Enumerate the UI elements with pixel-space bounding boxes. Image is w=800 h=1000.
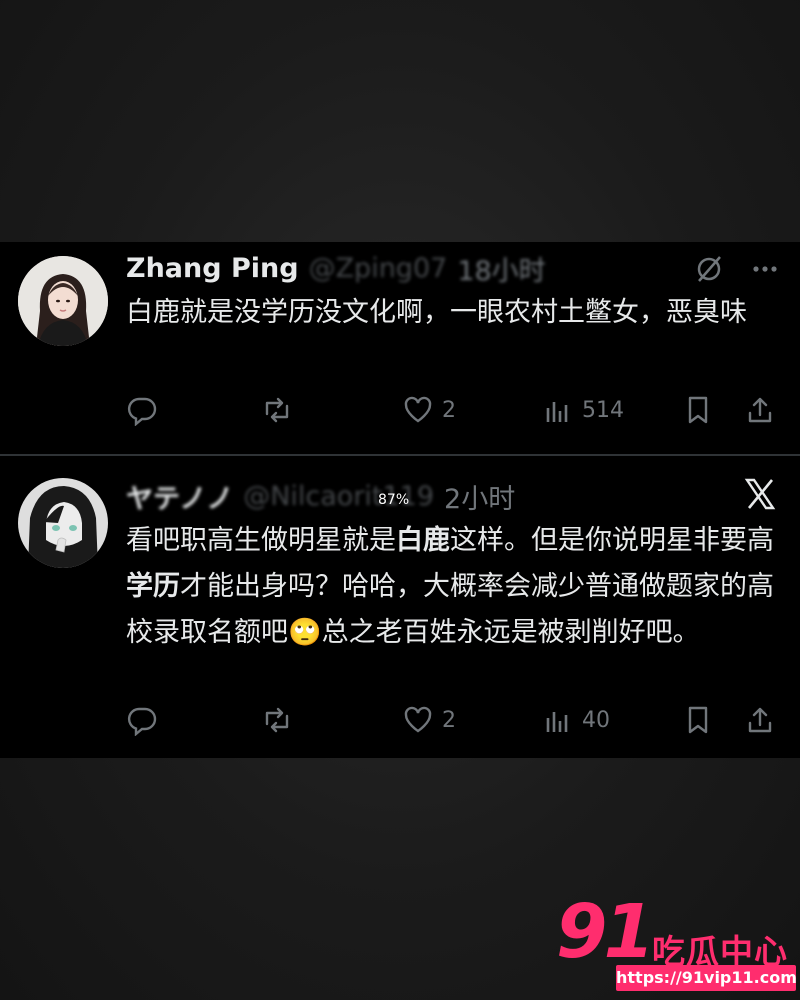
share-icon (748, 397, 772, 423)
author-name[interactable]: Zhang Ping (126, 253, 299, 284)
woman-portrait-avatar-icon (18, 256, 108, 346)
tweet-actions: 2 40 (126, 700, 786, 740)
watermark-url: https://91vip11.com (616, 965, 797, 991)
tweet-2[interactable]: ヤテノノ @Nilcaorit119 2小时 87% 看吧职高生做明星就是白鹿这… (0, 456, 800, 758)
retweet-button[interactable] (261, 390, 301, 430)
author-handle[interactable]: @Zping07 (309, 253, 448, 284)
tweet-header: ヤテノノ @Nilcaorit119 2小时 (126, 477, 515, 516)
heart-icon (404, 396, 432, 423)
x-logo-icon[interactable] (742, 476, 778, 516)
views-icon (546, 402, 568, 422)
view-count: 40 (582, 707, 610, 733)
tweet-text-part: 总之老百姓永远是被剥削好吧。 (321, 617, 700, 648)
like-button[interactable]: 2 (402, 700, 456, 740)
tweet-time[interactable]: 2小时 (444, 477, 515, 516)
eye-roll-emoji: 🙄 (288, 617, 322, 648)
reply-button[interactable] (126, 700, 166, 740)
more-icon[interactable] (750, 254, 780, 288)
tweet-actions: 2 514 (126, 390, 786, 430)
author-name[interactable]: ヤテノノ (126, 477, 233, 516)
share-icon (748, 707, 772, 733)
share-button[interactable] (744, 390, 776, 430)
view-count: 514 (582, 397, 624, 423)
reply-icon (127, 397, 157, 426)
retweet-button[interactable] (261, 700, 301, 740)
heart-icon (404, 706, 432, 733)
bookmark-icon (688, 706, 708, 734)
share-button[interactable] (744, 700, 776, 740)
like-button[interactable]: 2 (402, 390, 456, 430)
tweets-panel: Zhang Ping @Zping07 18小时 白鹿就是没学历没文化啊，一眼农… (0, 242, 800, 758)
like-count: 2 (442, 707, 456, 733)
tweet-time[interactable]: 18小时 (457, 249, 545, 288)
avatar[interactable] (18, 256, 108, 346)
bookmark-button[interactable] (682, 390, 714, 430)
bookmark-button[interactable] (682, 700, 714, 740)
tweet-text-part: 看吧职高生做明星就是 (126, 525, 396, 556)
watermark-number: 91 (556, 889, 655, 975)
grok-icon[interactable] (694, 254, 724, 288)
tweet-text-highlight: 白鹿 (396, 525, 450, 556)
like-count: 2 (442, 397, 456, 423)
avatar[interactable] (18, 478, 108, 568)
tweet-text-highlight: 学历 (126, 571, 180, 602)
overlay-percent: 87% (378, 492, 410, 508)
retweet-icon (265, 397, 289, 423)
views-button[interactable]: 514 (542, 390, 624, 430)
tweet-text: 白鹿就是没学历没文化啊，一眼农村土鳖女，恶臭味 (126, 297, 747, 328)
tweet-text-part: 这样。但是你说明星非要高 (450, 525, 774, 556)
site-watermark: 91 吃瓜中心 https://91vip11.com (556, 889, 797, 995)
tweet-text: 看吧职高生做明星就是白鹿这样。但是你说明星非要高学历才能出身吗？哈哈，大概率会减… (126, 518, 786, 656)
tweet-top-actions (694, 254, 780, 288)
tweet-1[interactable]: Zhang Ping @Zping07 18小时 白鹿就是没学历没文化啊，一眼农… (0, 242, 800, 454)
reply-button[interactable] (126, 390, 166, 430)
tweet-header: Zhang Ping @Zping07 18小时 (126, 249, 546, 288)
views-button[interactable]: 40 (542, 700, 610, 740)
retweet-icon (265, 707, 289, 733)
anime-girl-avatar-icon (18, 478, 108, 568)
reply-icon (127, 707, 157, 736)
bookmark-icon (688, 396, 708, 424)
views-icon (546, 712, 568, 732)
